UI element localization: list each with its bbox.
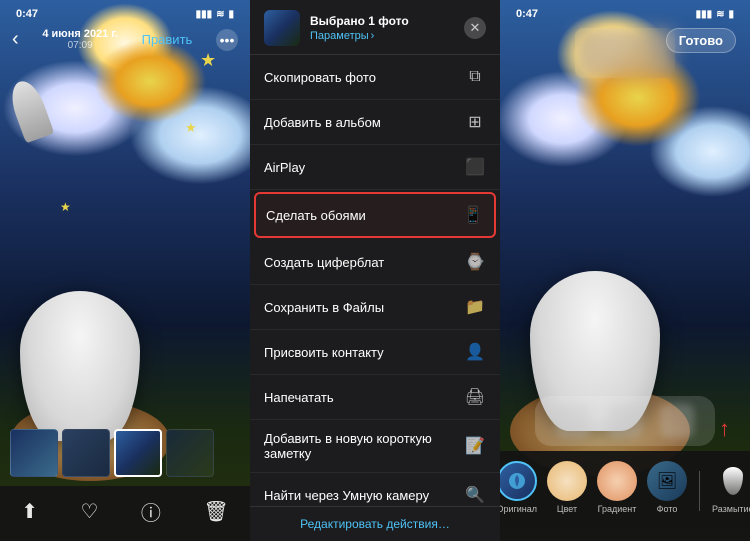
- date-info: 4 июня 2021 г. 07:09: [42, 28, 118, 51]
- share-sheet-header: Выбрано 1 фото Параметры › ✕: [250, 0, 500, 55]
- menu-item-assign-contact[interactable]: Присвоить контакту 👤: [250, 330, 500, 375]
- star-icon-1: ★: [200, 50, 220, 70]
- photo-option-icon: 🖼: [647, 461, 687, 501]
- menu-footer: Редактировать действия…: [250, 506, 500, 541]
- wallpaper-option-blur[interactable]: Размытие: [712, 461, 750, 514]
- menu-item-print[interactable]: Напечатать 🖨: [250, 375, 500, 420]
- blur-icon: [721, 461, 745, 501]
- original-icon: [500, 461, 537, 501]
- heart-icon[interactable]: ♡: [80, 499, 98, 524]
- print-icon: 🖨: [464, 386, 486, 408]
- dock-icon-3: [660, 404, 694, 438]
- edit-actions-link[interactable]: Редактировать действия…: [264, 517, 486, 531]
- thumbnail-strip: [0, 423, 250, 483]
- thumb-1[interactable]: [10, 429, 58, 477]
- menu-item-smart-camera[interactable]: Найти через Умную камеру 🔍: [250, 473, 500, 506]
- panel3-wifi-icon: ≋: [716, 9, 724, 20]
- home-screen-dock: [535, 396, 715, 446]
- wallpaper-style-options: Оригинал Цвет Градиент 🖼 Фото Размытие: [500, 451, 750, 518]
- close-icon: ✕: [470, 20, 481, 36]
- menu-item-airplay[interactable]: AirPlay ⬛: [250, 145, 500, 190]
- photo-topbar: ‹ 4 июня 2021 г. 07:09 Править •••: [0, 28, 250, 51]
- blur-label: Размытие: [712, 504, 750, 514]
- wifi-icon: ≋: [216, 9, 224, 20]
- edit-button[interactable]: Править: [142, 32, 193, 47]
- delete-icon[interactable]: 🗑: [203, 499, 228, 524]
- panel-photos: ★ ★ ★ 0:47 ▮▮▮ ≋ ▮ ‹ 4 июня 2021 г. 07:0…: [0, 0, 250, 541]
- photo-toolbar: ⬆ ♡ ⓘ 🗑: [0, 486, 250, 541]
- done-button[interactable]: Готово: [666, 28, 736, 53]
- info-icon[interactable]: ⓘ: [141, 497, 161, 526]
- menu-item-save-files[interactable]: Сохранить в Файлы 📁: [250, 285, 500, 330]
- star-icon-2: ★: [185, 120, 200, 135]
- close-button[interactable]: ✕: [464, 17, 486, 39]
- panel3-signal-icon: ▮▮▮: [696, 9, 713, 20]
- panel3-status-time: 0:47: [516, 8, 538, 20]
- share-icon[interactable]: ⬆: [21, 499, 38, 524]
- params-label: Параметры: [310, 30, 369, 42]
- dock-icon-2: [608, 404, 642, 438]
- back-button[interactable]: ‹: [12, 28, 19, 51]
- color1-icon: [547, 461, 587, 501]
- menu-item-set-wallpaper[interactable]: Сделать обоями 📱: [254, 192, 496, 238]
- original-label: Оригинал: [500, 504, 537, 514]
- save-files-icon: 📁: [464, 296, 486, 318]
- battery-icon: ▮: [228, 9, 234, 20]
- action-menu-list: Скопировать фото ⧉ Добавить в альбом ⊞ A…: [250, 55, 500, 506]
- menu-item-add-album[interactable]: Добавить в альбом ⊞: [250, 100, 500, 145]
- airplay-icon: ⬛: [464, 156, 486, 178]
- panel3-status-bar: 0:47 ▮▮▮ ≋ ▮: [500, 8, 750, 20]
- smart-camera-icon: 🔍: [464, 484, 486, 506]
- chevron-right-icon: ›: [371, 30, 375, 42]
- thumb-active[interactable]: [114, 429, 162, 477]
- signal-icon: ▮▮▮: [196, 9, 213, 20]
- star-icon-3: ★: [60, 200, 75, 215]
- quick-note-icon: 📝: [464, 435, 486, 457]
- time-label: 07:09: [42, 40, 118, 51]
- dock-icon-1: [556, 404, 590, 438]
- assign-contact-icon: 👤: [464, 341, 486, 363]
- wallpaper-topbar: Готово: [666, 28, 736, 53]
- photo-label: Фото: [657, 504, 678, 514]
- copy-photo-icon: ⧉: [464, 66, 486, 88]
- set-wallpaper-icon: 📱: [462, 204, 484, 226]
- header-thumbnail: [264, 10, 300, 46]
- wallpaper-option-photo[interactable]: 🖼 Фото: [647, 461, 687, 514]
- status-time: 0:47: [16, 8, 38, 20]
- params-button[interactable]: Параметры ›: [310, 30, 454, 42]
- menu-item-set-wallpaper-wrapper: Сделать обоями 📱: [254, 192, 496, 238]
- status-bar: 0:47 ▮▮▮ ≋ ▮: [0, 8, 250, 20]
- selected-count-label: Выбрано 1 фото: [310, 14, 454, 28]
- blur-arrow-indicator: ↓: [719, 418, 730, 444]
- gradient-label: Градиент: [598, 504, 637, 514]
- blurred-face-overlay: [575, 28, 675, 78]
- gradient-icon: [597, 461, 637, 501]
- more-button[interactable]: •••: [216, 29, 238, 51]
- wallpaper-options-toolbar: Оригинал Цвет Градиент 🖼 Фото Размытие: [500, 451, 750, 541]
- add-album-icon: ⊞: [464, 111, 486, 133]
- status-icons: ▮▮▮ ≋ ▮: [196, 9, 234, 20]
- watchface-icon: ⌚: [464, 251, 486, 273]
- wallpaper-option-original[interactable]: Оригинал: [500, 461, 537, 514]
- menu-item-quick-note[interactable]: Добавить в новую короткую заметку 📝: [250, 420, 500, 473]
- header-info: Выбрано 1 фото Параметры ›: [310, 14, 454, 42]
- thumb-3[interactable]: [166, 429, 214, 477]
- color1-label: Цвет: [557, 504, 577, 514]
- menu-item-watchface[interactable]: Создать циферблат ⌚: [250, 240, 500, 285]
- panel3-battery-icon: ▮: [728, 9, 734, 20]
- panel-wallpaper-preview: 0:47 ▮▮▮ ≋ ▮ Готово ↓ Оригинал Цвет: [500, 0, 750, 541]
- astronaut-art: [20, 291, 140, 441]
- wallpaper-option-gradient[interactable]: Градиент: [597, 461, 637, 514]
- options-divider: [699, 471, 700, 511]
- panel-share-sheet: Выбрано 1 фото Параметры › ✕ Скопировать…: [250, 0, 500, 541]
- thumb-2[interactable]: [62, 429, 110, 477]
- menu-item-copy-photo[interactable]: Скопировать фото ⧉: [250, 55, 500, 100]
- date-label: 4 июня 2021 г.: [42, 28, 118, 40]
- wallpaper-option-color1[interactable]: Цвет: [547, 461, 587, 514]
- panel3-status-icons: ▮▮▮ ≋ ▮: [696, 9, 734, 20]
